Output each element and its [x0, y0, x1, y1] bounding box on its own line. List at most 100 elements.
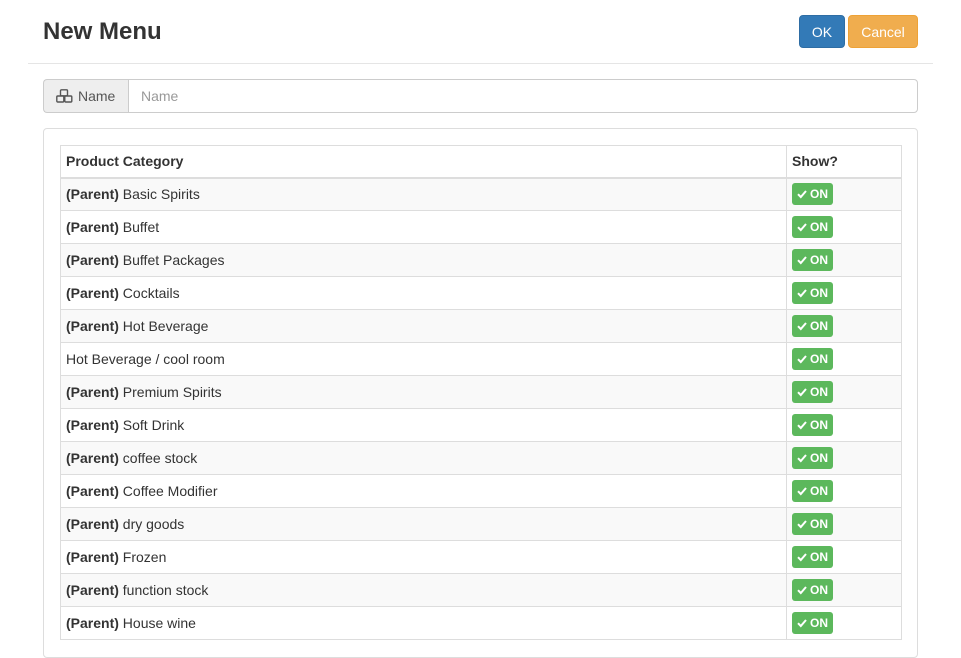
page-title: New Menu — [43, 18, 162, 45]
show-cell: ON — [786, 342, 902, 376]
show-toggle[interactable]: ON — [792, 579, 833, 601]
category-panel: Product Category Show? (Parent) Basic Sp… — [43, 128, 918, 658]
check-icon — [797, 619, 807, 628]
table-row: (Parent) Buffet ON — [60, 210, 902, 244]
show-cell: ON — [786, 573, 902, 607]
table-row: Hot Beverage / cool room ON — [60, 342, 902, 376]
show-cell: ON — [786, 276, 902, 310]
table-row: (Parent) Hot Beverage ON — [60, 309, 902, 343]
table-row: (Parent) Cocktails ON — [60, 276, 902, 310]
show-toggle[interactable]: ON — [792, 315, 833, 337]
category-name: Hot Beverage — [122, 318, 209, 334]
show-toggle-label: ON — [810, 550, 828, 564]
table-row: (Parent) Basic Spirits ON — [60, 177, 902, 211]
check-icon — [797, 553, 807, 562]
name-input[interactable] — [128, 79, 918, 113]
category-name: Buffet Packages — [122, 252, 225, 268]
cancel-button[interactable]: Cancel — [848, 15, 918, 48]
parent-prefix: (Parent) — [66, 417, 119, 433]
show-toggle[interactable]: ON — [792, 480, 833, 502]
show-cell: ON — [786, 243, 902, 277]
show-toggle-label: ON — [810, 517, 828, 531]
category-cell: (Parent) coffee stock — [60, 441, 787, 475]
parent-prefix: (Parent) — [66, 450, 119, 466]
parent-prefix: (Parent) — [66, 252, 119, 268]
category-name: Coffee Modifier — [122, 483, 218, 499]
category-cell: (Parent) function stock — [60, 573, 787, 607]
show-toggle[interactable]: ON — [792, 249, 833, 271]
parent-prefix: (Parent) — [66, 615, 119, 631]
check-icon — [797, 355, 807, 364]
check-icon — [797, 487, 807, 496]
show-cell: ON — [786, 507, 902, 541]
header-product-category: Product Category — [60, 145, 787, 179]
parent-prefix: (Parent) — [66, 516, 119, 532]
category-cell: Hot Beverage / cool room — [60, 342, 787, 376]
parent-prefix: (Parent) — [66, 318, 119, 334]
show-toggle[interactable]: ON — [792, 216, 833, 238]
show-toggle[interactable]: ON — [792, 546, 833, 568]
category-cell: (Parent) Premium Spirits — [60, 375, 787, 409]
category-name: Basic Spirits — [122, 186, 200, 203]
name-addon: Name — [43, 79, 128, 113]
show-toggle-label: ON — [810, 220, 828, 234]
show-toggle-label: ON — [810, 187, 828, 202]
show-toggle-label: ON — [810, 451, 828, 465]
show-cell: ON — [786, 177, 902, 211]
check-icon — [797, 586, 807, 595]
table-row: (Parent) function stock ON — [60, 573, 902, 607]
category-cell: (Parent) Coffee Modifier — [60, 474, 787, 508]
parent-prefix: (Parent) — [66, 384, 119, 400]
show-cell: ON — [786, 441, 902, 475]
show-cell: ON — [786, 309, 902, 343]
show-toggle-label: ON — [810, 286, 828, 300]
category-name: dry goods — [122, 516, 185, 532]
category-name: Premium Spirits — [122, 384, 222, 400]
category-cell: (Parent) Buffet — [60, 210, 787, 244]
category-cell: (Parent) Soft Drink — [60, 408, 787, 442]
show-toggle[interactable]: ON — [792, 414, 833, 436]
category-cell: (Parent) Frozen — [60, 540, 787, 574]
ok-button[interactable]: OK — [799, 15, 845, 48]
show-cell: ON — [786, 540, 902, 574]
show-toggle-label: ON — [810, 616, 828, 630]
show-toggle-label: ON — [810, 583, 828, 597]
table-row: (Parent) coffee stock ON — [60, 441, 902, 475]
category-name: Hot Beverage / cool room — [66, 351, 225, 367]
parent-prefix: (Parent) — [66, 483, 119, 499]
show-toggle-label: ON — [810, 385, 828, 399]
parent-prefix: (Parent) — [66, 186, 119, 203]
category-rows: (Parent) Basic Spirits ON (Parent) Buffet O… — [60, 177, 902, 640]
parent-prefix: (Parent) — [66, 285, 119, 301]
category-name: Soft Drink — [122, 417, 185, 433]
category-name: function stock — [122, 582, 209, 598]
show-toggle[interactable]: ON — [792, 348, 833, 370]
category-name: Frozen — [122, 549, 167, 565]
show-cell: ON — [786, 606, 902, 640]
table-row: (Parent) Buffet Packages ON — [60, 243, 902, 277]
show-toggle[interactable]: ON — [792, 612, 833, 634]
show-toggle[interactable]: ON — [792, 183, 833, 206]
name-input-group: Name — [43, 79, 918, 113]
show-cell: ON — [786, 474, 902, 508]
show-toggle[interactable]: ON — [792, 513, 833, 535]
show-toggle[interactable]: ON — [792, 381, 833, 403]
category-cell: (Parent) House wine — [60, 606, 787, 640]
name-addon-label: Name — [78, 88, 116, 104]
category-name: Buffet — [122, 219, 160, 235]
check-icon — [797, 322, 807, 331]
check-icon — [797, 289, 807, 298]
table-row: (Parent) Frozen ON — [60, 540, 902, 574]
show-toggle-label: ON — [810, 253, 828, 267]
check-icon — [797, 454, 807, 463]
table-row: (Parent) Coffee Modifier ON — [60, 474, 902, 508]
table-row: (Parent) Premium Spirits ON — [60, 375, 902, 409]
parent-prefix: (Parent) — [66, 582, 119, 598]
show-toggle[interactable]: ON — [792, 447, 833, 469]
category-cell: (Parent) Cocktails — [60, 276, 787, 310]
show-toggle-label: ON — [810, 352, 828, 366]
show-toggle[interactable]: ON — [792, 282, 833, 304]
show-cell: ON — [786, 408, 902, 442]
cubes-icon — [56, 89, 73, 103]
show-cell: ON — [786, 375, 902, 409]
